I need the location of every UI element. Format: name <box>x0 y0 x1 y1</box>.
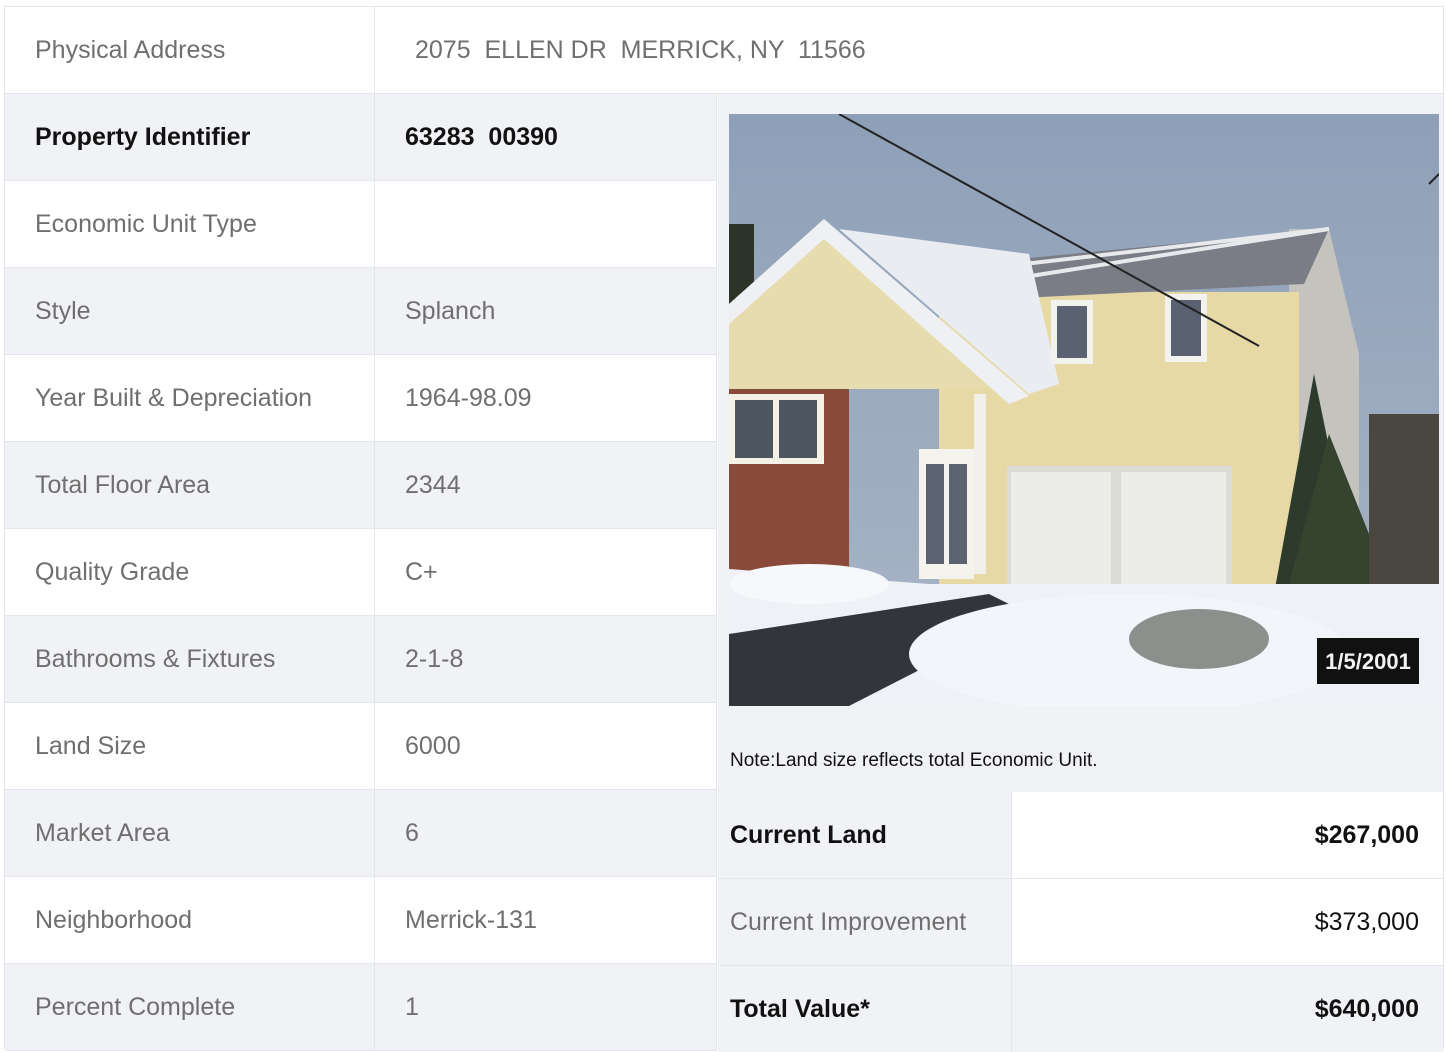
property-identifier-value: 63283 00390 <box>375 94 717 180</box>
row-current-improvement: Current Improvement $373,000 <box>718 879 1443 966</box>
row-economic-unit-type: Economic Unit Type <box>5 181 717 268</box>
row-land-size: Land Size 6000 <box>5 703 717 790</box>
current-land-label: Current Land <box>718 792 1012 878</box>
year-built-value: 1964-98.09 <box>375 355 717 441</box>
row-property-identifier: Property Identifier 63283 00390 <box>5 94 717 181</box>
photo-panel: 1/5/2001 Note:Land size reflects total E… <box>718 94 1443 793</box>
quality-grade-value: C+ <box>375 529 717 615</box>
total-value-label: Total Value* <box>718 966 1012 1052</box>
photo-date-stamp: 1/5/2001 <box>1325 649 1411 674</box>
total-value-value: $640,000 <box>1012 966 1443 1052</box>
property-details-table: Property Identifier 63283 00390 Economic… <box>5 94 717 1051</box>
row-style: Style Splanch <box>5 268 717 355</box>
address-row: Physical Address 2075 ELLEN DR MERRICK, … <box>5 7 1443 94</box>
quality-grade-label: Quality Grade <box>5 529 375 615</box>
percent-complete-value: 1 <box>375 964 717 1050</box>
current-improvement-value: $373,000 <box>1012 879 1443 965</box>
row-percent-complete: Percent Complete 1 <box>5 964 717 1051</box>
row-quality-grade: Quality Grade C+ <box>5 529 717 616</box>
row-total-value: Total Value* $640,000 <box>718 966 1443 1052</box>
percent-complete-label: Percent Complete <box>5 964 375 1050</box>
style-value: Splanch <box>375 268 717 354</box>
address-value: 2075 ELLEN DR MERRICK, NY 11566 <box>415 35 866 64</box>
land-size-value: 6000 <box>375 703 717 789</box>
row-market-area: Market Area 6 <box>5 790 717 877</box>
style-label: Style <box>5 268 375 354</box>
neighborhood-label: Neighborhood <box>5 877 375 963</box>
economic-unit-type-label: Economic Unit Type <box>5 181 375 267</box>
current-improvement-label: Current Improvement <box>718 879 1012 965</box>
bathrooms-label: Bathrooms & Fixtures <box>5 616 375 702</box>
year-built-label: Year Built & Depreciation <box>5 355 375 441</box>
land-size-note: Note:Land size reflects total Economic U… <box>730 750 1098 771</box>
total-floor-area-value: 2344 <box>375 442 717 528</box>
economic-unit-type-value <box>375 181 717 267</box>
row-bathrooms: Bathrooms & Fixtures 2-1-8 <box>5 616 717 703</box>
market-area-label: Market Area <box>5 790 375 876</box>
house-photo: 1/5/2001 <box>729 114 1439 706</box>
row-total-floor-area: Total Floor Area 2344 <box>5 442 717 529</box>
land-size-label: Land Size <box>5 703 375 789</box>
row-current-land: Current Land $267,000 <box>718 792 1443 879</box>
property-identifier-label: Property Identifier <box>5 94 375 180</box>
current-land-value: $267,000 <box>1012 792 1443 878</box>
row-neighborhood: Neighborhood Merrick-131 <box>5 877 717 964</box>
row-year-built: Year Built & Depreciation 1964-98.09 <box>5 355 717 442</box>
bathrooms-value: 2-1-8 <box>375 616 717 702</box>
address-label: Physical Address <box>5 7 375 93</box>
neighborhood-value: Merrick-131 <box>375 877 717 963</box>
market-area-value: 6 <box>375 790 717 876</box>
total-floor-area-label: Total Floor Area <box>5 442 375 528</box>
